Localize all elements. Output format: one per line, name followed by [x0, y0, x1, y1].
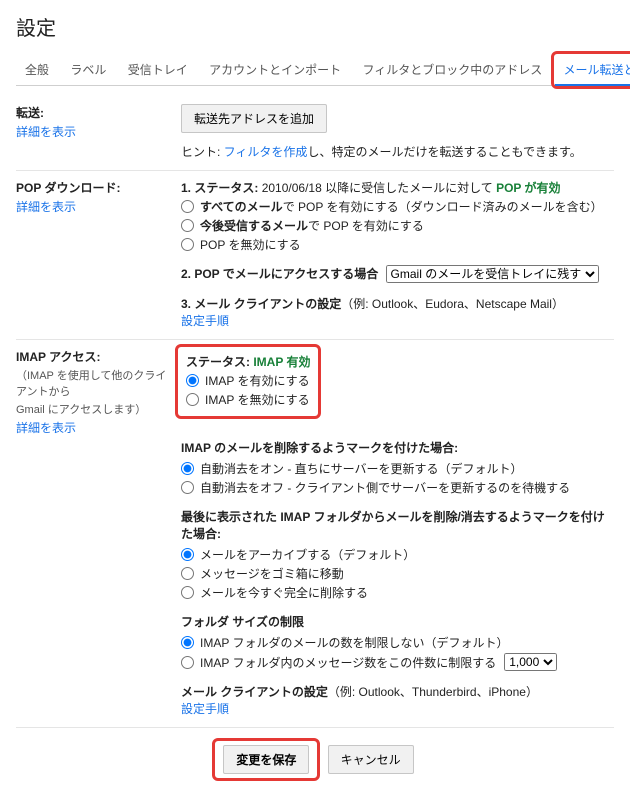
- imap-setup-link[interactable]: 設定手順: [181, 702, 229, 716]
- tab-general[interactable]: 全般: [16, 55, 58, 85]
- pop-setup-link[interactable]: 設定手順: [181, 314, 229, 328]
- pop-opt-all: すべてのメールで POP を有効にする（ダウンロード済みのメールを含む）: [200, 198, 603, 215]
- pop-status-date: 2010/06/18 以降に受信したメールに対して: [262, 181, 496, 195]
- pop-opt-future-rest: で POP を有効にする: [308, 219, 424, 233]
- forwarding-label: 転送:: [16, 104, 173, 121]
- imap-label: IMAP アクセス:: [16, 348, 173, 365]
- imap-limit-title: フォルダ サイズの制限: [181, 613, 614, 630]
- expunge-on: 自動消去をオン - 直ちにサーバーを更新する（デフォルト）: [200, 460, 523, 477]
- pop-client-title: 3. メール クライアントの設定: [181, 297, 341, 311]
- section-forwarding: 転送: 詳細を表示 転送先アドレスを追加 ヒント: フィルタを作成し、特定のメー…: [16, 96, 614, 171]
- lf-radio-archive[interactable]: [181, 548, 194, 561]
- imap-expunge-title: IMAP のメールを削除するようマークを付けた場合:: [181, 439, 614, 456]
- tab-inbox[interactable]: 受信トレイ: [119, 55, 197, 85]
- pop-opt-future-strong: 今後受信するメール: [200, 219, 308, 233]
- pop-access-title: 2. POP でメールにアクセスする場合: [181, 267, 378, 281]
- tab-forwarding-pop-imap[interactable]: メール転送と POP/IMAP: [555, 55, 630, 85]
- create-filter-link[interactable]: フィルタを作成: [224, 145, 308, 159]
- limit-some: IMAP フォルダ内のメッセージ数をこの件数に制限する: [200, 654, 496, 671]
- forwarding-hint: ヒント: フィルタを作成し、特定のメールだけを転送することもできます。: [181, 143, 614, 160]
- imap-client-title: メール クライアントの設定: [181, 685, 328, 699]
- imap-sub2: Gmail にアクセスします）: [16, 401, 173, 417]
- footer-actions: 変更を保存 キャンセル: [16, 728, 614, 785]
- pop-opt-all-rest: で POP を有効にする（ダウンロード済みのメールを含む）: [283, 200, 603, 214]
- pop-opt-disable: POP を無効にする: [200, 236, 301, 253]
- pop-label: POP ダウンロード:: [16, 179, 173, 196]
- pop-client-examples: （例: Outlook、Eudora、Netscape Mail）: [341, 297, 564, 311]
- lf-radio-delete[interactable]: [181, 586, 194, 599]
- pop-status-enabled: POP が有効: [496, 181, 560, 195]
- hint-prefix: ヒント:: [181, 145, 224, 159]
- tab-filters[interactable]: フィルタとブロック中のアドレス: [353, 55, 551, 85]
- lf-radio-trash[interactable]: [181, 567, 194, 580]
- limit-select[interactable]: 1,000: [504, 653, 557, 671]
- highlight-save-button: 変更を保存: [212, 738, 320, 781]
- hint-suffix: し、特定のメールだけを転送することもできます。: [307, 145, 581, 159]
- section-pop: POP ダウンロード: 詳細を表示 1. ステータス: 2010/06/18 以…: [16, 171, 614, 340]
- tab-accounts[interactable]: アカウントとインポート: [200, 55, 350, 85]
- pop-access-select[interactable]: Gmail のメールを受信トレイに残す: [386, 265, 599, 283]
- pop-status-line: 1. ステータス: 2010/06/18 以降に受信したメールに対して POP …: [181, 179, 614, 196]
- imap-status-value: IMAP 有効: [253, 355, 310, 369]
- settings-tabs: 全般 ラベル 受信トレイ アカウントとインポート フィルタとブロック中のアドレス…: [16, 55, 614, 86]
- pop-radio-future[interactable]: [181, 219, 194, 232]
- imap-client-examples: （例: Outlook、Thunderbird、iPhone）: [328, 685, 538, 699]
- section-imap: IMAP アクセス: （IMAP を使用して他のクライアントから Gmail に…: [16, 340, 614, 727]
- imap-lastfolder-title: 最後に表示された IMAP フォルダからメールを削除/消去するようマークを付けた…: [181, 508, 614, 542]
- pop-opt-future: 今後受信するメールで POP を有効にする: [200, 217, 424, 234]
- expunge-radio-on[interactable]: [181, 462, 194, 475]
- add-forwarding-address-button[interactable]: 転送先アドレスを追加: [181, 104, 327, 133]
- lf-trash: メッセージをゴミ箱に移動: [200, 565, 344, 582]
- expunge-off: 自動消去をオフ - クライアント側でサーバーを更新するのを待機する: [200, 479, 570, 496]
- pop-learn-link[interactable]: 詳細を表示: [16, 198, 76, 215]
- tab-labels[interactable]: ラベル: [61, 55, 115, 85]
- cancel-button[interactable]: キャンセル: [328, 745, 414, 774]
- expunge-radio-off[interactable]: [181, 481, 194, 494]
- pop-radio-all[interactable]: [181, 200, 194, 213]
- highlight-imap-status: ステータス: IMAP 有効 IMAP を有効にする IMAP を無効にする: [175, 344, 321, 419]
- pop-radio-disable[interactable]: [181, 238, 194, 251]
- imap-opt-disable: IMAP を無効にする: [205, 391, 310, 408]
- imap-radio-enable[interactable]: [186, 374, 199, 387]
- save-button[interactable]: 変更を保存: [223, 745, 309, 774]
- pop-opt-all-strong: すべてのメール: [200, 200, 283, 214]
- limit-radio-none[interactable]: [181, 636, 194, 649]
- imap-radio-disable[interactable]: [186, 393, 199, 406]
- imap-status-label: ステータス:: [186, 355, 253, 369]
- page-title: 設定: [16, 12, 614, 41]
- forwarding-learn-link[interactable]: 詳細を表示: [16, 123, 76, 140]
- lf-delete: メールを今すぐ完全に削除する: [200, 584, 368, 601]
- active-tab-underline: [555, 84, 630, 86]
- imap-sub1: （IMAP を使用して他のクライアントから: [16, 367, 173, 399]
- imap-learn-link[interactable]: 詳細を表示: [16, 419, 76, 436]
- limit-none: IMAP フォルダのメールの数を制限しない（デフォルト）: [200, 634, 508, 651]
- imap-opt-enable: IMAP を有効にする: [205, 372, 310, 389]
- limit-radio-some[interactable]: [181, 656, 194, 669]
- pop-status-prefix: 1. ステータス:: [181, 181, 262, 195]
- lf-archive: メールをアーカイブする（デフォルト）: [200, 546, 415, 563]
